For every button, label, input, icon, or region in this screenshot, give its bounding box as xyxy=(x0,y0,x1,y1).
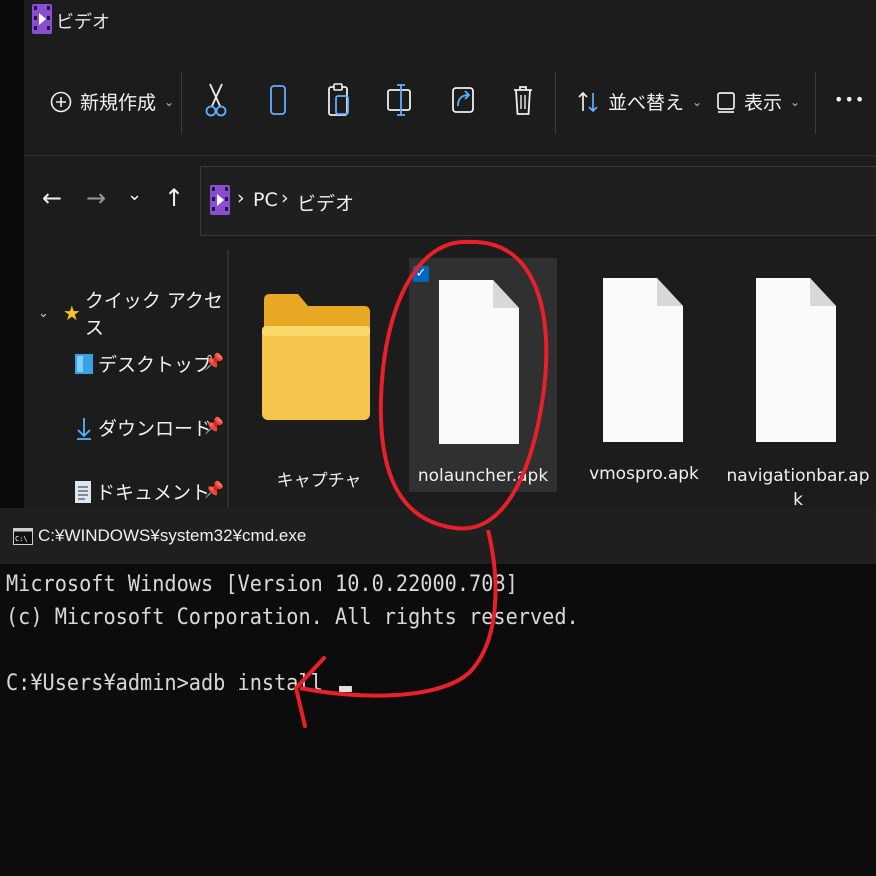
toolbar-divider xyxy=(555,72,556,134)
pin-icon[interactable]: 📌 xyxy=(204,352,224,371)
breadcrumb-separator: › xyxy=(281,187,289,209)
video-folder-icon xyxy=(32,4,52,34)
sort-button[interactable]: 並べ替え ⌄ xyxy=(576,88,702,115)
console-line: C:¥Users¥admin>adb install xyxy=(6,671,336,696)
cut-icon[interactable] xyxy=(204,82,228,118)
file-icon xyxy=(756,278,836,442)
file-name: vmospro.apk xyxy=(589,464,699,484)
console-output[interactable]: Microsoft Windows [Version 10.0.22000.70… xyxy=(6,568,579,700)
navigation-pane: ⌄ ★ クイック アクセス デスクトップ 📌 ダウンロード 📌 ドキュメント 📌 xyxy=(24,250,234,508)
view-layout-icon xyxy=(717,91,735,113)
breadcrumb-pc[interactable]: PC xyxy=(253,189,278,211)
cmd-app-icon: C:\ xyxy=(13,528,33,545)
folder-icon xyxy=(262,294,370,420)
view-button[interactable]: 表示 ⌄ xyxy=(716,88,800,115)
star-icon: ★ xyxy=(62,301,81,325)
sidebar-item-desktop[interactable]: デスクトップ xyxy=(74,350,212,377)
file-item-vmospro-apk[interactable]: vmospro.apk xyxy=(569,258,719,498)
up-arrow-icon[interactable]: ↑ xyxy=(164,184,184,212)
text-cursor xyxy=(338,686,352,692)
console-line: (c) Microsoft Corporation. All rights re… xyxy=(6,605,579,630)
selection-checkbox[interactable]: ✓ xyxy=(413,266,429,282)
file-explorer-window: ビデオ 新規作成 ⌄ 並べ替え ⌄ 表示 ⌄ ••• ← → ⌄ ↑ › PC … xyxy=(24,0,876,508)
sidebar-item-downloads[interactable]: ダウンロード xyxy=(74,414,212,441)
sidebar-item-documents[interactable]: ドキュメント xyxy=(74,478,210,505)
file-list: キャプチャ ✓ nolauncher.apk vmospro.apk navig… xyxy=(234,250,876,508)
console-line: Microsoft Windows [Version 10.0.22000.70… xyxy=(6,572,518,597)
toolbar-divider xyxy=(181,72,182,134)
title-bar: ビデオ xyxy=(24,0,876,40)
cmd-title-bar: C:\ C:¥WINDOWS¥system32¥cmd.exe xyxy=(0,508,876,564)
download-arrow-icon xyxy=(77,417,91,440)
more-options-icon[interactable]: ••• xyxy=(834,90,865,109)
share-icon[interactable] xyxy=(450,82,476,118)
file-icon xyxy=(439,280,519,444)
pin-icon[interactable]: 📌 xyxy=(204,416,224,435)
window-title: ビデオ xyxy=(56,12,110,33)
chevron-down-icon: ⌄ xyxy=(164,94,175,109)
file-name: navigationbar.ap k xyxy=(726,466,870,508)
delete-icon[interactable] xyxy=(511,82,535,118)
back-arrow-icon[interactable]: ← xyxy=(42,184,62,212)
address-bar[interactable]: › PC › ビデオ xyxy=(200,166,876,236)
file-item-capture-folder[interactable]: キャプチャ xyxy=(250,258,400,498)
sidebar-item-label: ドキュメント xyxy=(96,482,211,504)
view-button-label: 表示 xyxy=(744,92,783,114)
rename-icon[interactable] xyxy=(386,82,414,118)
sidebar-item-label: クイック アクセス xyxy=(84,290,223,339)
file-item-nolauncher-apk[interactable]: ✓ nolauncher.apk xyxy=(409,258,557,492)
sidebar-item-quick-access[interactable]: ⌄ ★ クイック アクセス xyxy=(38,286,234,340)
svg-text:C:\: C:\ xyxy=(15,535,28,543)
breadcrumb-separator: › xyxy=(237,187,245,209)
sidebar-item-label: デスクトップ xyxy=(98,354,213,376)
breadcrumb-videos[interactable]: ビデオ xyxy=(297,189,354,216)
navigation-bar: ← → ⌄ ↑ › PC › ビデオ xyxy=(24,155,876,246)
sort-button-label: 並べ替え xyxy=(608,92,685,114)
paste-icon[interactable] xyxy=(326,82,352,118)
file-icon xyxy=(603,278,683,442)
recent-locations-chevron-icon[interactable]: ⌄ xyxy=(127,184,142,205)
sidebar-item-label: ダウンロード xyxy=(98,418,213,440)
file-item-navigationbar-apk[interactable]: navigationbar.ap k xyxy=(720,258,876,508)
console-prompt-line[interactable]: C:¥Users¥admin>adb install xyxy=(6,667,579,700)
desktop-icon xyxy=(75,353,93,374)
forward-arrow-icon[interactable]: → xyxy=(86,184,106,212)
command-bar: 新規作成 ⌄ 並べ替え ⌄ 表示 ⌄ ••• xyxy=(24,60,876,150)
file-name: キャプチャ xyxy=(276,471,362,491)
pin-icon[interactable]: 📌 xyxy=(204,480,224,499)
file-name: nolauncher.apk xyxy=(417,466,549,486)
chevron-down-icon: ⌄ xyxy=(38,305,49,321)
plus-circle-icon xyxy=(50,91,72,112)
document-icon xyxy=(75,480,91,503)
chevron-down-icon: ⌄ xyxy=(692,94,703,109)
command-prompt-window[interactable]: C:\ C:¥WINDOWS¥system32¥cmd.exe Microsof… xyxy=(0,508,876,876)
chevron-down-icon: ⌄ xyxy=(790,94,801,109)
copy-icon[interactable] xyxy=(267,82,289,118)
new-button-label: 新規作成 xyxy=(80,92,157,114)
pane-divider xyxy=(227,250,229,508)
new-button[interactable]: 新規作成 ⌄ xyxy=(50,88,174,115)
cmd-window-title: C:¥WINDOWS¥system32¥cmd.exe xyxy=(38,526,307,545)
video-folder-icon xyxy=(210,185,230,215)
background-window-edge xyxy=(0,0,24,508)
sort-arrows-icon xyxy=(578,91,598,112)
toolbar-divider xyxy=(815,72,816,134)
